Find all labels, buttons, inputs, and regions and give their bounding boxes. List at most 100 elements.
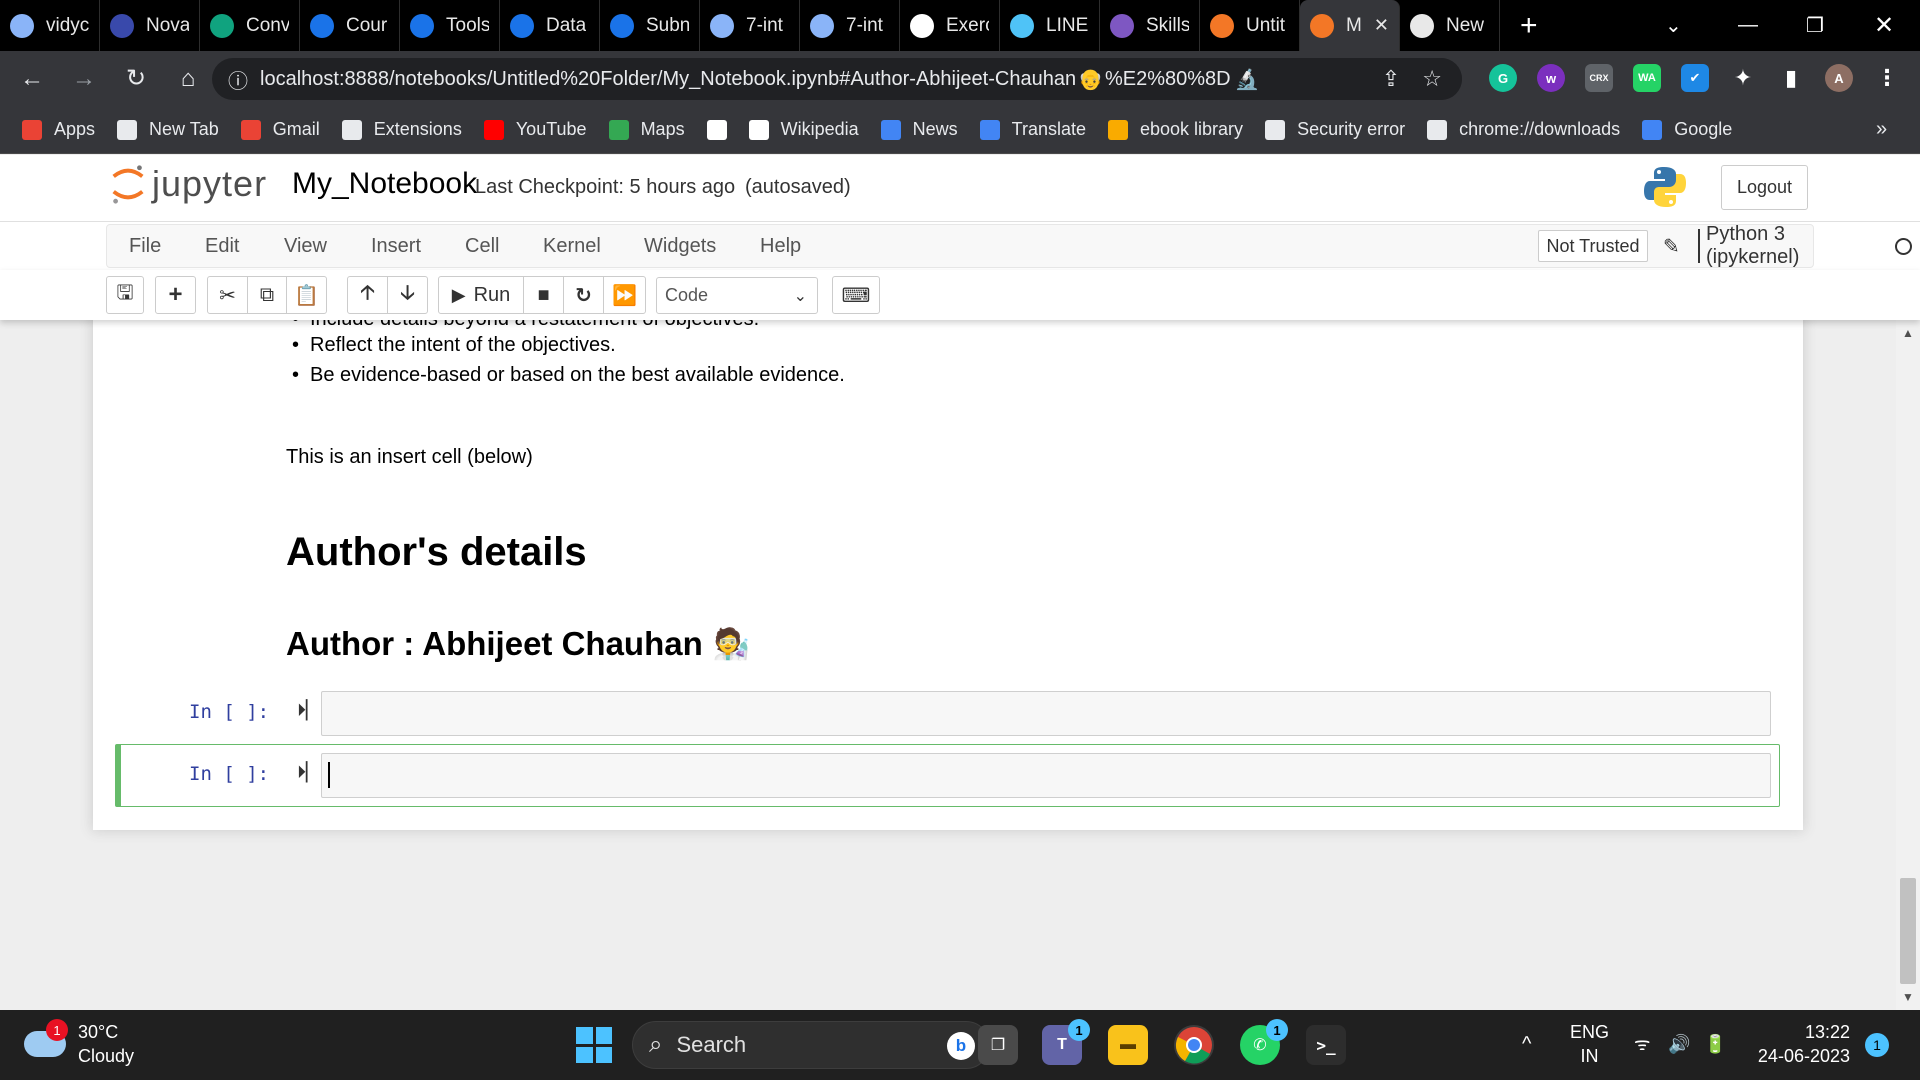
close-window-button[interactable]: ✕ — [1874, 0, 1894, 51]
browser-tab[interactable]: Data — [500, 0, 600, 51]
whatsapp-icon[interactable]: ✆ 1 — [1240, 1019, 1288, 1065]
side-panel-icon[interactable]: ▮ — [1777, 64, 1805, 92]
chrome-taskbar-icon[interactable] — [1174, 1025, 1214, 1065]
scrollbar-thumb[interactable] — [1900, 878, 1916, 984]
share-icon[interactable]: ⇪ — [1382, 66, 1400, 92]
browser-tab[interactable]: Tools — [400, 0, 500, 51]
interrupt-kernel-icon[interactable]: ■ — [523, 276, 564, 314]
run-button[interactable]: ▶ Run — [438, 276, 524, 314]
windows-start-icon[interactable] — [576, 1027, 612, 1063]
browser-tab[interactable]: Exerc — [900, 0, 1000, 51]
run-cell-icon[interactable]: ⏵▏ — [297, 762, 320, 783]
crx-extension-icon[interactable]: CRX — [1585, 64, 1613, 92]
site-info-icon[interactable]: ⓘ — [228, 65, 248, 94]
notebook-scroll-area[interactable]: Include details beyond a restatement of … — [0, 320, 1900, 1010]
profile-avatar[interactable]: A — [1825, 64, 1853, 92]
jupyter-logo[interactable]: jupyter — [110, 163, 267, 205]
code-cell-input[interactable] — [321, 753, 1771, 798]
bookmark-item[interactable]: News — [880, 119, 958, 140]
bing-icon[interactable]: b — [947, 1032, 975, 1060]
edit-pencil-icon[interactable]: ✎ — [1663, 234, 1680, 259]
terminal-icon[interactable]: >_ — [1306, 1025, 1346, 1065]
browser-tab[interactable]: Skills — [1100, 0, 1200, 51]
browser-tab[interactable]: vidyc — [0, 0, 100, 51]
command-palette-keyboard-icon[interactable]: ⌨ — [832, 276, 880, 314]
move-down-icon[interactable]: 🡣 — [387, 276, 428, 314]
file-explorer-icon[interactable]: ▬ — [1108, 1025, 1148, 1065]
reload-icon[interactable]: ↻ — [116, 64, 156, 93]
bookmark-item[interactable]: New Tab — [117, 119, 219, 140]
save-icon[interactable]: 🖫 — [106, 276, 144, 314]
browser-tab[interactable]: Conv — [200, 0, 300, 51]
menu-help[interactable]: Help — [760, 235, 801, 258]
move-up-icon[interactable]: 🡡 — [347, 276, 388, 314]
logout-button[interactable]: Logout — [1721, 165, 1808, 210]
browser-tab[interactable]: Cour — [300, 0, 400, 51]
code-cell-input[interactable] — [321, 691, 1771, 736]
browser-tab[interactable]: Nova — [100, 0, 200, 51]
bookmark-item[interactable]: chrome://downloads — [1427, 119, 1620, 140]
menu-cell[interactable]: Cell — [465, 235, 499, 258]
url-input[interactable]: ⓘ localhost :8888/notebooks/Untitled%20F… — [212, 58, 1462, 100]
tick-extension-icon[interactable]: ✔ — [1681, 64, 1709, 92]
writing-extension-icon[interactable]: w — [1537, 64, 1565, 92]
cut-icon[interactable]: ✂ — [207, 276, 248, 314]
clock[interactable]: 13:22 24-06-2023 — [1754, 1020, 1850, 1068]
insert-cell-below-icon[interactable]: + — [155, 276, 196, 314]
copy-icon[interactable]: ⧉ — [247, 276, 287, 314]
bookmark-item[interactable]: Maps — [608, 119, 685, 140]
teams-icon[interactable]: T 1 — [1042, 1019, 1090, 1065]
browser-tab[interactable]: LINE — [1000, 0, 1100, 51]
restore-button[interactable]: ❐ — [1806, 0, 1824, 51]
bookmark-item[interactable]: Apps — [22, 119, 95, 140]
taskbar-search[interactable]: ⌕ Search b — [632, 1021, 990, 1069]
menu-widgets[interactable]: Widgets — [644, 235, 716, 258]
task-view-icon[interactable]: ❐ — [978, 1025, 1018, 1065]
bookmark-star-icon[interactable]: ☆ — [1422, 66, 1442, 92]
wifi-icon[interactable]: ᯤ — [1634, 1032, 1650, 1056]
bookmark-item[interactable]: Gmail — [240, 119, 320, 140]
minimize-button[interactable]: — — [1738, 0, 1758, 51]
bookmark-item[interactable]: ebook library — [1108, 119, 1243, 140]
notification-badge[interactable]: 1 — [1865, 1033, 1889, 1057]
scroll-up-arrow-icon[interactable]: ▲ — [1902, 326, 1914, 340]
browser-tab[interactable]: Untit — [1200, 0, 1300, 51]
volume-icon[interactable]: 🔊 — [1668, 1032, 1690, 1056]
browser-tab[interactable]: M ✕ — [1300, 0, 1400, 51]
menu-file[interactable]: File — [129, 235, 161, 258]
browser-tab[interactable]: New — [1400, 0, 1500, 51]
menu-kernel[interactable]: Kernel — [543, 235, 601, 258]
run-cell-icon[interactable]: ⏵▏ — [297, 700, 320, 721]
scroll-down-arrow-icon[interactable]: ▼ — [1902, 990, 1914, 1004]
page-scrollbar[interactable]: ▲ ▼ — [1896, 320, 1920, 1010]
grammarly-extension-icon[interactable]: G — [1489, 64, 1517, 92]
bookmark-item[interactable] — [706, 119, 727, 140]
new-tab-button[interactable]: + — [1520, 9, 1538, 43]
bookmarks-overflow-icon[interactable]: » — [1876, 118, 1887, 141]
bookmark-item[interactable]: Translate — [979, 119, 1086, 140]
bookmark-item[interactable]: Wikipedia — [748, 119, 859, 140]
show-hidden-icons-icon[interactable]: ^ — [1522, 1032, 1531, 1056]
tab-search-icon[interactable]: ⌄ — [1665, 0, 1682, 51]
menu-view[interactable]: View — [284, 235, 327, 258]
browser-tab[interactable]: Subn — [600, 0, 700, 51]
menu-edit[interactable]: Edit — [205, 235, 239, 258]
language-indicator[interactable]: ENG IN — [1570, 1020, 1609, 1068]
bookmark-item[interactable]: Google — [1642, 119, 1732, 140]
weather-widget[interactable]: 1 30°C Cloudy — [24, 1019, 134, 1068]
close-tab-icon[interactable]: ✕ — [1374, 15, 1389, 36]
cell-type-select[interactable]: Code ⌄ — [656, 277, 818, 314]
restart-kernel-icon[interactable]: ↻ — [563, 276, 604, 314]
bookmark-item[interactable]: Security error — [1265, 119, 1405, 140]
whatsapp-extension-icon[interactable]: WA — [1633, 64, 1661, 92]
not-trusted-button[interactable]: Not Trusted — [1538, 230, 1648, 262]
bookmark-item[interactable]: YouTube — [483, 119, 587, 140]
battery-icon[interactable]: 🔋 — [1704, 1032, 1726, 1056]
notebook-title[interactable]: My_Notebook — [292, 167, 477, 201]
extensions-puzzle-icon[interactable]: ✦ — [1729, 64, 1757, 92]
home-icon[interactable]: ⌂ — [168, 65, 208, 93]
paste-icon[interactable]: 📋 — [286, 276, 327, 314]
forward-icon[interactable]: → — [64, 65, 104, 93]
back-icon[interactable]: ← — [12, 65, 52, 93]
restart-run-all-icon[interactable]: ⏩ — [603, 276, 646, 314]
